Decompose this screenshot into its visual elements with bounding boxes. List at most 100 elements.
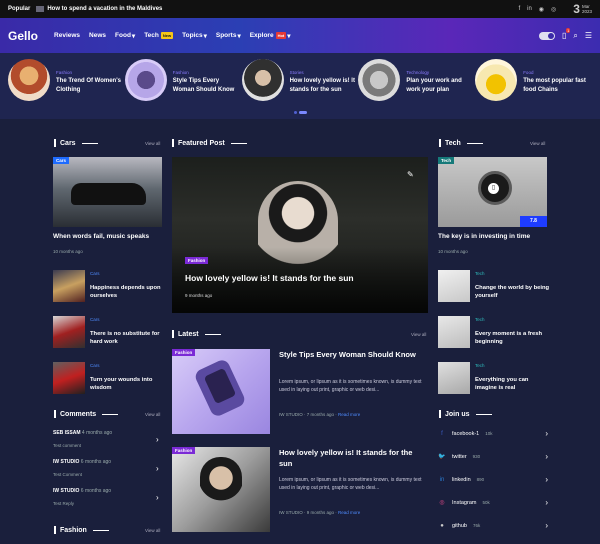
chevron-right-icon: ›: [545, 498, 548, 507]
menu-item-explore[interactable]: Explore Hot ▾: [250, 32, 291, 40]
social-follow-facebook[interactable]: f facebook-1 10k ›: [438, 429, 548, 438]
carousel-category[interactable]: Stories: [290, 70, 359, 75]
menu-item-sports[interactable]: Sports ▾: [216, 32, 241, 40]
carousel-title[interactable]: How lovely yellow is! It stands for the …: [290, 77, 359, 95]
category-tag[interactable]: Fashion: [172, 447, 196, 454]
category-tag[interactable]: Cars: [53, 157, 70, 164]
carousel-item[interactable]: Technology Plan your work and work your p…: [358, 59, 475, 119]
cars-view-all-link[interactable]: View all: [145, 141, 160, 146]
post-title[interactable]: Everything you can imagine is real: [475, 376, 551, 392]
chevron-right-icon[interactable]: ›: [156, 464, 159, 473]
comment-item[interactable]: SEB ISSAM 4 months ago Test comment: [53, 430, 161, 448]
post-title[interactable]: Change the world by being yourself: [475, 284, 551, 300]
menu-item-food[interactable]: Food ▾: [115, 32, 135, 40]
chevron-right-icon[interactable]: ›: [156, 493, 159, 502]
menu-item-topics[interactable]: Topics ▾: [182, 32, 207, 40]
latest-view-all-link[interactable]: View all: [411, 332, 426, 337]
tech-view-all-link[interactable]: View all: [530, 141, 545, 146]
post-title[interactable]: Every moment is a fresh beginning: [475, 330, 551, 346]
site-logo[interactable]: Gello: [8, 29, 38, 43]
social-follow-twitter[interactable]: 🐦 twitter 930 ›: [438, 452, 548, 461]
post-category[interactable]: Cars: [90, 363, 100, 368]
bookmark-icon[interactable]: ▯: [488, 183, 499, 194]
social-follow-github[interactable]: ● github 76k ›: [438, 521, 548, 530]
carousel-title[interactable]: Plan your work and work your plan: [406, 77, 475, 95]
search-icon[interactable]: ⌕: [573, 31, 577, 41]
carousel-category[interactable]: Fashion: [173, 70, 242, 75]
menu-item-news[interactable]: News: [89, 32, 106, 39]
menu-item-tech[interactable]: Tech New: [144, 32, 174, 39]
carousel-item[interactable]: Fashion The Trend Of Women's Clothing: [8, 59, 125, 119]
post-thumbnail[interactable]: [172, 447, 270, 532]
featured-title[interactable]: How lovely yellow is! It stands for the …: [185, 274, 415, 283]
post-category[interactable]: Tech: [475, 271, 485, 276]
chevron-right-icon: ›: [545, 475, 548, 484]
menu-item-reviews[interactable]: Reviews: [54, 32, 80, 39]
post-author[interactable]: IW STUDIO: [279, 510, 303, 515]
read-more-link[interactable]: Read more: [338, 412, 360, 417]
carousel-title[interactable]: Style Tips Every Woman Should Know: [173, 77, 242, 95]
social-follow-linkedin[interactable]: in linkedin 890 ›: [438, 475, 548, 484]
category-tag[interactable]: Fashion: [185, 257, 209, 264]
fashion-view-all-link[interactable]: View all: [145, 528, 160, 533]
review-score: 7.8: [520, 216, 547, 227]
dark-mode-toggle[interactable]: [538, 31, 555, 40]
post-category[interactable]: Cars: [90, 271, 100, 276]
headline-thumbnail: [36, 6, 45, 12]
bookmark-icon[interactable]: ▯ 1: [562, 28, 571, 40]
post-category[interactable]: Cars: [90, 317, 100, 322]
comment-item[interactable]: IW STUDIO 6 months ago Test Comment: [53, 459, 161, 477]
carousel-dot-active[interactable]: [299, 111, 307, 114]
chevron-right-icon[interactable]: ›: [156, 435, 159, 444]
category-tag[interactable]: Tech: [438, 157, 455, 164]
carousel-thumbnail: [475, 59, 518, 101]
post-author[interactable]: IW STUDIO: [279, 412, 303, 417]
github-icon[interactable]: ◉: [539, 6, 544, 13]
post-title[interactable]: Style Tips Every Woman Should Know: [279, 349, 424, 360]
post-time: 7 months ago: [306, 412, 335, 417]
instagram-icon[interactable]: ◎: [551, 6, 556, 13]
facebook-icon[interactable]: f: [518, 6, 520, 12]
featured-image[interactable]: [172, 157, 428, 313]
pin-icon[interactable]: ✎: [407, 170, 414, 179]
post-category[interactable]: Tech: [475, 317, 485, 322]
carousel-category[interactable]: Technology: [406, 70, 475, 75]
post-thumbnail[interactable]: [438, 270, 470, 302]
cars-main-image[interactable]: [53, 157, 162, 227]
comment-text: Test Comment: [53, 472, 83, 477]
social-name: twitter: [452, 453, 467, 460]
carousel-dot[interactable]: [294, 111, 297, 114]
carousel-title[interactable]: The most popular fast food Chains: [523, 77, 592, 95]
post-title[interactable]: The key is in investing in time: [438, 232, 553, 241]
section-title-fashion: Fashion: [54, 526, 109, 534]
post-category[interactable]: Tech: [475, 363, 485, 368]
post-thumbnail[interactable]: [53, 270, 85, 302]
menu-icon[interactable]: ☰: [585, 31, 592, 40]
social-follow-instagram[interactable]: ◎ Instagram 50k ›: [438, 498, 548, 507]
featured-time: 9 months ago: [185, 293, 213, 298]
post-title[interactable]: Happiness depends upon ourselves: [90, 284, 164, 300]
post-thumbnail[interactable]: [438, 362, 470, 394]
post-thumbnail[interactable]: [172, 349, 270, 434]
comments-view-all-link[interactable]: View all: [145, 412, 160, 417]
category-tag[interactable]: Fashion: [172, 349, 196, 356]
post-title[interactable]: There is no substitute for hard work: [90, 330, 164, 346]
post-title[interactable]: Turn your wounds into wisdom: [90, 376, 164, 392]
post-excerpt: Lorem ipsum, or lipsum as it is sometime…: [279, 477, 422, 491]
carousel-category[interactable]: Food: [523, 70, 592, 75]
carousel-title[interactable]: The Trend Of Women's Clothing: [56, 77, 125, 95]
linkedin-icon[interactable]: in: [527, 6, 532, 12]
post-thumbnail[interactable]: [438, 316, 470, 348]
carousel-item[interactable]: Stories How lovely yellow is! It stands f…: [241, 59, 359, 119]
popular-headline-link[interactable]: How to spend a vacation in the Maldives: [36, 6, 162, 12]
comment-time: 6 months ago: [80, 459, 112, 465]
carousel-category[interactable]: Fashion: [56, 70, 125, 75]
carousel-item[interactable]: Food The most popular fast food Chains: [475, 59, 592, 119]
post-title[interactable]: How lovely yellow is! It stands for the …: [279, 447, 424, 469]
post-title[interactable]: When words fail, music speaks: [53, 232, 163, 241]
carousel-item[interactable]: Fashion Style Tips Every Woman Should Kno…: [124, 59, 242, 119]
comment-item[interactable]: IW STUDIO 6 months ago Test Reply: [53, 488, 161, 506]
post-thumbnail[interactable]: [53, 316, 85, 348]
read-more-link[interactable]: Read more: [338, 510, 360, 515]
post-thumbnail[interactable]: [53, 362, 85, 394]
